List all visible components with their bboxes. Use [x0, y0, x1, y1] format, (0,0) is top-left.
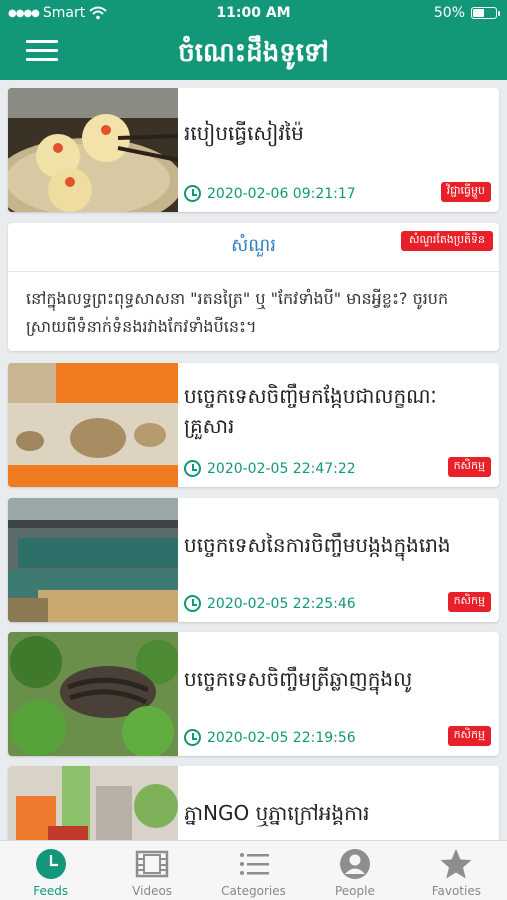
food-photo: [8, 766, 178, 840]
alarm-clock-icon: [184, 460, 201, 477]
feed-list[interactable]: របៀបធ្វើសៀវម៉ៃ 2020-02-06 09:21:17 វិជ្ជ…: [0, 80, 507, 840]
category-badge[interactable]: កសិកម្ម: [447, 592, 491, 612]
tab-label: Videos: [132, 884, 173, 898]
app-header: ●●●● Smart 11:00 AM 50% ចំណេះដឹងទូទៅ: [0, 0, 507, 80]
tab-favorites[interactable]: Favoties: [406, 841, 507, 900]
card-title: បច្ចេកទេសនៃការចិញ្ចឹមបង្កងក្នុងរោង: [184, 533, 451, 557]
category-badge[interactable]: កសិកម្ម: [447, 726, 491, 746]
timestamp-text: 2020-02-05 22:25:46: [207, 595, 356, 612]
film-icon: [135, 850, 169, 878]
feed-card[interactable]: របៀបធ្វើសៀវម៉ៃ 2020-02-06 09:21:17 វិជ្ជ…: [8, 88, 499, 212]
card-title: ភ្នាNGO ឬភ្នាក្រៅអង្គការ: [184, 801, 370, 825]
card-timestamp: 2020-02-05 22:19:56: [184, 729, 356, 746]
feed-card[interactable]: បច្ចេកទេសចិញ្ចឹមកង្កែបជាលក្ខណៈគ្រួសារ 20…: [8, 363, 499, 487]
card-timestamp: 2020-02-05 22:47:22: [184, 460, 356, 477]
tab-label: Favoties: [431, 884, 481, 898]
clock-icon: [35, 849, 66, 879]
eel-photo: [8, 632, 178, 756]
tab-label: Categories: [221, 884, 286, 898]
battery-fill: [473, 9, 484, 17]
category-badge[interactable]: កសិកម្ម: [447, 457, 491, 477]
timestamp-text: 2020-02-05 22:47:22: [207, 460, 356, 477]
card-timestamp: 2020-02-05 22:25:46: [184, 595, 356, 612]
list-icon: [239, 853, 269, 875]
card-title: របៀបធ្វើសៀវម៉ៃ: [184, 121, 304, 145]
tanks-photo: [8, 498, 178, 622]
battery-label: 50%: [433, 5, 465, 21]
tab-categories[interactable]: Categories: [203, 841, 304, 900]
divider: [8, 271, 499, 272]
tab-feeds[interactable]: Feeds: [0, 841, 101, 900]
feed-card[interactable]: បច្ចេកទេសចិញ្ចឹមត្រីឆ្លាញក្នុងលូ 2020-02…: [8, 632, 499, 756]
card-title: បច្ចេកទេសចិញ្ចឹមកង្កែបជាលក្ខណៈគ្រួសារ: [184, 384, 437, 438]
page-title: ចំណេះដឹងទូទៅ: [178, 38, 329, 68]
question-card[interactable]: សំណួរ សំណួរតែងប្រតិទិន នៅក្នុងលទ្ធព្រះពុ…: [8, 223, 499, 351]
question-text: នៅក្នុងលទ្ធព្រះពុទ្ធសាសនា "រតនត្រៃ" ឬ "ក…: [26, 289, 449, 336]
alarm-clock-icon: [184, 729, 201, 746]
bottom-tab-bar: Feeds Videos Categories People Favoties: [0, 840, 507, 900]
tab-people[interactable]: People: [304, 841, 405, 900]
dumplings-photo: [8, 88, 178, 212]
battery-group: 50%: [433, 5, 500, 21]
feed-card[interactable]: បច្ចេកទេសនៃការចិញ្ចឹមបង្កងក្នុងរោង 2020-…: [8, 498, 499, 622]
tab-label: Feeds: [33, 884, 69, 898]
alarm-clock-icon: [184, 185, 201, 202]
tab-videos[interactable]: Videos: [101, 841, 202, 900]
person-icon: [339, 849, 370, 879]
card-timestamp: 2020-02-06 09:21:17: [184, 185, 356, 202]
timestamp-text: 2020-02-05 22:19:56: [207, 729, 356, 746]
feed-card[interactable]: ភ្នាNGO ឬភ្នាក្រៅអង្គការ: [8, 766, 499, 840]
status-bar: ●●●● Smart 11:00 AM 50%: [0, 0, 507, 28]
timestamp-text: 2020-02-06 09:21:17: [207, 185, 356, 202]
question-badge[interactable]: សំណួរតែងប្រតិទិន: [400, 231, 493, 251]
battery-icon: [471, 7, 500, 19]
frog-book-photo: [8, 363, 178, 487]
card-title: បច្ចេកទេសចិញ្ចឹមត្រីឆ្លាញក្នុងលូ: [184, 667, 413, 691]
category-badge[interactable]: វិជ្ជាធ្វើម្ហូប: [440, 182, 491, 202]
star-icon: [440, 849, 472, 879]
alarm-clock-icon: [184, 595, 201, 612]
status-time: 11:00 AM: [216, 5, 291, 21]
tab-label: People: [334, 884, 375, 898]
